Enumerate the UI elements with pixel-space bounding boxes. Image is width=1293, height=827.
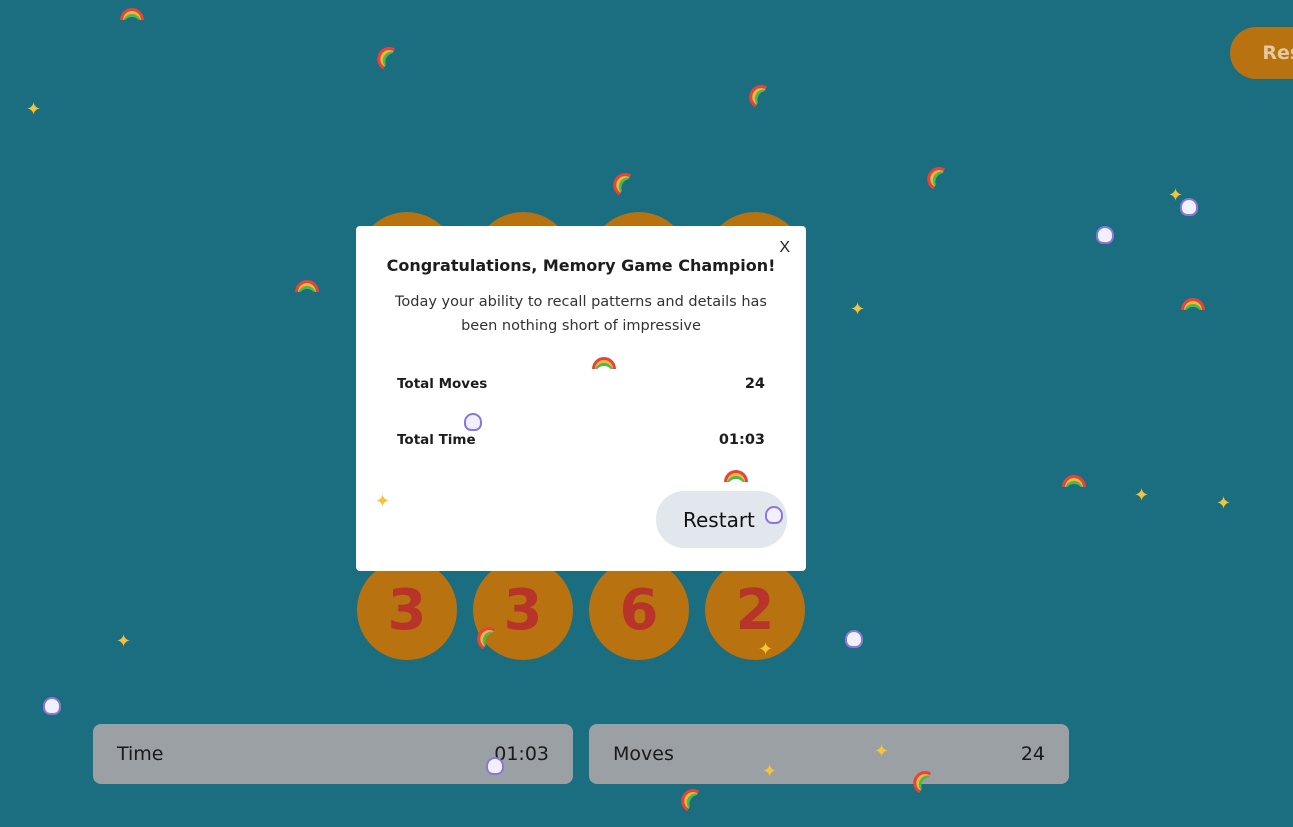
modal-message: Today your ability to recall patterns an… [395,294,767,334]
card[interactable]: 3 [473,560,573,660]
card[interactable]: 2 [705,560,805,660]
total-time-value: 01:03 [718,432,765,448]
unicorn-icon [1096,226,1114,244]
rainbow-icon [1062,475,1086,487]
rainbow-icon [295,280,319,292]
time-label: Time [117,743,164,765]
close-button[interactable]: X [779,239,790,257]
rainbow-icon [676,784,700,812]
unicorn-icon [486,757,504,775]
moves-stat: Moves 24 [589,724,1069,784]
sparkle-icon: ✦ [116,631,132,651]
unicorn-icon [845,630,863,648]
unicorn-icon [1180,198,1198,216]
sparkle-icon: ✦ [26,99,42,119]
unicorn-icon [43,697,61,715]
card-value: 3 [503,577,543,643]
card[interactable]: 3 [357,560,457,660]
rainbow-icon [372,42,396,70]
card-value: 3 [387,577,427,643]
moves-label: Moves [613,743,674,765]
unicorn-icon [765,506,783,524]
header-restart-button[interactable]: Restart [1230,27,1293,79]
card[interactable]: 6 [589,560,689,660]
rainbow-icon [120,8,144,20]
total-moves-label: Total Moves [397,376,488,392]
card-value: 6 [619,577,659,643]
card-value: 2 [735,577,775,643]
modal-title: Congratulations, Memory Game Champion! [386,256,776,275]
sparkle-icon: ✦ [1134,485,1150,505]
total-moves-value: 24 [744,376,765,392]
sparkle-icon: ✦ [874,741,890,761]
sparkle-icon: ✦ [762,761,778,781]
rainbow-icon [922,162,946,190]
sparkle-icon: ✦ [850,299,866,319]
sparkle-icon: ✦ [375,491,391,511]
total-time-label: Total Time [397,432,476,448]
sparkle-icon: ✦ [1216,493,1232,513]
rainbow-icon [1181,298,1205,310]
time-stat: Time 01:03 [93,724,573,784]
congratulations-modal: X Congratulations, Memory Game Champion!… [356,226,806,571]
rainbow-icon [608,168,632,196]
rainbow-icon [744,80,768,108]
unicorn-icon [464,413,482,431]
sparkle-icon: ✦ [758,639,774,659]
moves-value: 24 [1020,743,1045,765]
